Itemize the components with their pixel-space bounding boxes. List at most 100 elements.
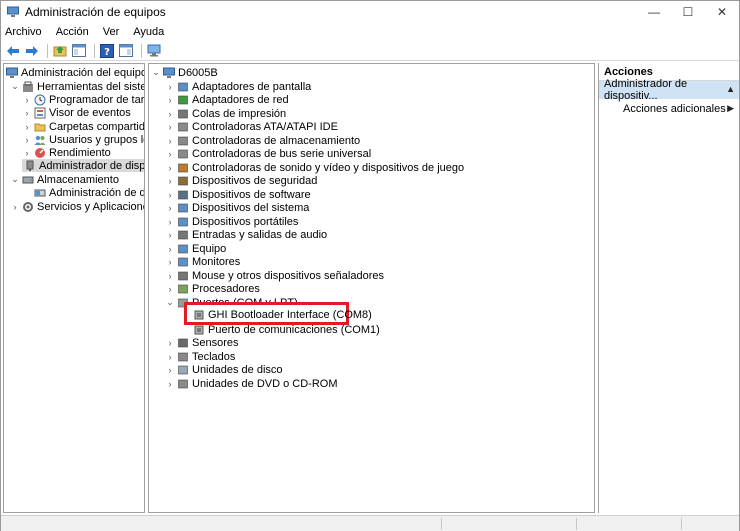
chevron-right-icon[interactable]: › bbox=[165, 82, 175, 92]
device-category-item[interactable]: › Dispositivos del sistema bbox=[165, 202, 310, 215]
port-device-icon bbox=[193, 324, 205, 336]
device-category-item[interactable]: › Unidades de DVD o CD-ROM bbox=[165, 377, 338, 390]
device-category-item[interactable]: › Colas de impresión bbox=[165, 107, 287, 120]
device-category-item[interactable]: › Mouse y otros dispositivos señaladores bbox=[165, 269, 384, 282]
status-bar bbox=[1, 515, 739, 531]
chevron-right-icon[interactable]: › bbox=[165, 109, 175, 119]
device-category-item[interactable]: › Unidades de disco bbox=[165, 364, 283, 377]
forward-icon[interactable] bbox=[24, 43, 40, 59]
chevron-right-icon[interactable]: › bbox=[165, 271, 175, 281]
chevron-right-icon[interactable]: › bbox=[22, 122, 32, 132]
chevron-down-icon[interactable]: ⌄ bbox=[10, 174, 20, 185]
properties-icon[interactable] bbox=[118, 43, 134, 59]
collapse-up-icon[interactable]: ▲ bbox=[726, 84, 735, 94]
chevron-right-icon[interactable]: › bbox=[22, 95, 32, 105]
usb-icon bbox=[177, 148, 189, 160]
chevron-right-icon[interactable]: › bbox=[165, 257, 175, 267]
back-icon[interactable] bbox=[5, 43, 21, 59]
tree-item-shared-folders[interactable]: › Carpetas compartidas bbox=[22, 120, 145, 133]
menu-ayuda[interactable]: Ayuda bbox=[133, 26, 164, 38]
chevron-right-icon[interactable]: › bbox=[165, 365, 175, 375]
close-button[interactable]: ✕ bbox=[705, 1, 739, 23]
computer-management-icon bbox=[7, 6, 19, 17]
device-category-item[interactable]: › Teclados bbox=[165, 350, 236, 363]
device-item-ghi-bootloader[interactable]: GHI Bootloader Interface (COM8) bbox=[193, 308, 372, 321]
chevron-right-icon[interactable]: › bbox=[165, 122, 175, 132]
device-category-item[interactable]: › Dispositivos de software bbox=[165, 188, 311, 201]
tree-item-event-viewer[interactable]: › Visor de eventos bbox=[22, 106, 131, 119]
device-category-item[interactable]: › Monitores bbox=[165, 256, 241, 269]
chevron-right-icon[interactable]: › bbox=[165, 176, 175, 186]
chevron-right-icon[interactable]: › bbox=[165, 136, 175, 146]
tree-item-label: Servicios y Aplicaciones bbox=[37, 200, 145, 213]
chevron-right-icon[interactable]: › bbox=[165, 95, 175, 105]
chevron-right-icon[interactable]: › bbox=[165, 284, 175, 294]
tree-item-local-users[interactable]: › Usuarios y grupos locale bbox=[22, 133, 145, 146]
help-icon[interactable]: ? bbox=[99, 43, 115, 59]
chevron-right-icon[interactable]: › bbox=[165, 163, 175, 173]
minimize-button[interactable]: — bbox=[637, 1, 671, 23]
tree-item-task-scheduler[interactable]: › Programador de tareas bbox=[22, 93, 145, 106]
software-device-icon bbox=[177, 189, 189, 201]
chevron-right-icon[interactable]: › bbox=[165, 203, 175, 213]
menu-accion[interactable]: Acción bbox=[56, 26, 89, 38]
tree-item-disk-management[interactable]: Administración de disco bbox=[22, 186, 144, 199]
chevron-right-icon[interactable]: › bbox=[165, 217, 175, 227]
app-window: Administración de equipos — ☐ ✕ Archivo … bbox=[0, 0, 740, 531]
maximize-button[interactable]: ☐ bbox=[671, 1, 705, 23]
device-category-label: Controladoras ATA/ATAPI IDE bbox=[192, 121, 338, 133]
device-category-item[interactable]: › Controladoras de bus serie universal bbox=[165, 148, 372, 161]
tree-item-services-apps[interactable]: › Servicios y Aplicaciones bbox=[10, 200, 145, 213]
device-category-item[interactable]: › Entradas y salidas de audio bbox=[165, 229, 328, 242]
monitor-scan-icon[interactable] bbox=[146, 43, 162, 59]
device-category-item[interactable]: › Controladoras de almacenamiento bbox=[165, 134, 361, 147]
menu-bar: Archivo Acción Ver Ayuda bbox=[1, 23, 739, 41]
disk-management-icon bbox=[34, 187, 46, 199]
sensor-icon bbox=[177, 337, 189, 349]
mouse-icon bbox=[177, 270, 189, 282]
chevron-right-icon[interactable]: › bbox=[165, 149, 175, 159]
chevron-right-icon[interactable]: › bbox=[165, 352, 175, 362]
device-tree-root[interactable]: ⌄ D6005B bbox=[151, 66, 218, 79]
more-actions-item[interactable]: Acciones adicionales ▶ bbox=[599, 101, 739, 117]
title-bar: Administración de equipos — ☐ ✕ bbox=[1, 1, 739, 23]
chevron-right-icon[interactable]: › bbox=[165, 230, 175, 240]
processor-icon bbox=[177, 283, 189, 295]
device-category-item[interactable]: › Controladoras de sonido y vídeo y dispo… bbox=[165, 161, 465, 174]
menu-archivo[interactable]: Archivo bbox=[5, 26, 42, 38]
tree-item-performance[interactable]: › Rendimiento bbox=[22, 146, 111, 159]
menu-ver[interactable]: Ver bbox=[103, 26, 120, 38]
device-category-label: Dispositivos del sistema bbox=[192, 202, 310, 214]
device-category-item[interactable]: › Adaptadores de pantalla bbox=[165, 80, 312, 93]
device-item-label: GHI Bootloader Interface (COM8) bbox=[208, 308, 372, 321]
device-category-item[interactable]: › Adaptadores de red bbox=[165, 94, 289, 107]
tree-item-root[interactable]: Administración del equipo (loc bbox=[6, 66, 144, 79]
chevron-right-icon[interactable]: › bbox=[10, 202, 20, 212]
device-category-item[interactable]: › Procesadores bbox=[165, 283, 260, 296]
chevron-right-icon[interactable]: › bbox=[165, 190, 175, 200]
show-hide-tree-icon[interactable] bbox=[71, 43, 87, 59]
device-category-item[interactable]: › Equipo bbox=[165, 242, 227, 255]
chevron-right-icon[interactable]: › bbox=[165, 338, 175, 348]
toolbar-separator bbox=[94, 43, 95, 58]
device-category-item[interactable]: › Dispositivos de seguridad bbox=[165, 175, 318, 188]
chevron-right-icon[interactable]: › bbox=[22, 148, 32, 158]
chevron-down-icon[interactable]: ⌄ bbox=[165, 297, 175, 308]
tree-item-system-tools[interactable]: ⌄ Herramientas del sistema bbox=[10, 80, 144, 93]
toolbar-separator bbox=[47, 43, 48, 58]
chevron-right-icon[interactable]: › bbox=[22, 108, 32, 118]
actions-section-header[interactable]: Administrador de dispositiv... ▲ bbox=[599, 78, 739, 102]
device-category-item[interactable]: › Sensores bbox=[165, 337, 239, 350]
chevron-down-icon[interactable]: ⌄ bbox=[151, 67, 161, 78]
chevron-right-icon[interactable]: › bbox=[165, 379, 175, 389]
chevron-right-icon[interactable]: › bbox=[165, 244, 175, 254]
chevron-down-icon[interactable]: ⌄ bbox=[10, 81, 20, 92]
device-category-item[interactable]: › Controladoras ATA/ATAPI IDE bbox=[165, 121, 338, 134]
up-folder-icon[interactable] bbox=[52, 43, 68, 59]
chevron-right-icon[interactable]: › bbox=[22, 135, 32, 145]
tree-item-storage[interactable]: ⌄ Almacenamiento bbox=[10, 173, 119, 186]
tree-item-device-manager[interactable]: Administrador de dispo bbox=[22, 159, 144, 172]
device-category-item[interactable]: › Dispositivos portátiles bbox=[165, 215, 299, 228]
display-adapter-icon bbox=[177, 81, 189, 93]
